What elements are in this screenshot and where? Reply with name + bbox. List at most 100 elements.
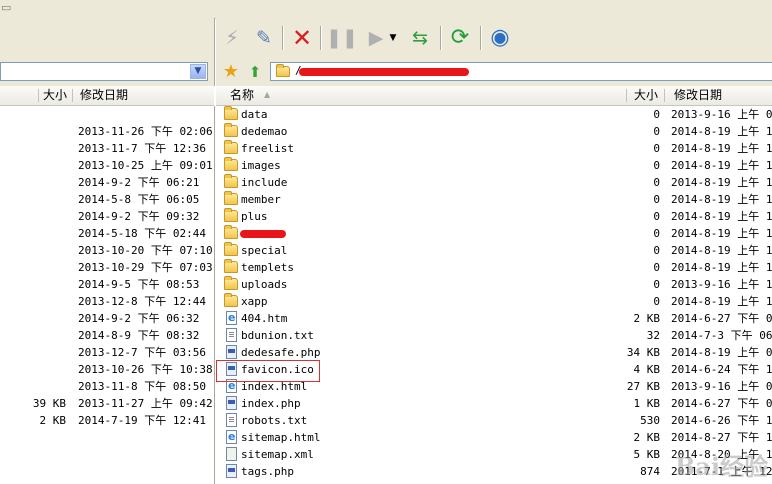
file-date: 2014-6-26 下午 10 <box>671 414 772 427</box>
file-date: 2014-8-27 下午 10 <box>671 431 772 444</box>
file-name: tags.php <box>241 465 294 478</box>
list-item[interactable]: 2013-12-7 下午 03:56 <box>0 344 214 361</box>
star-icon[interactable]: ★ <box>220 58 242 86</box>
right-address-bar: ★ ⬆ / <box>216 58 772 86</box>
left-col-date[interactable]: 修改日期 <box>80 86 128 105</box>
right-file-list[interactable]: data 0 2013-9-16 上午 08 dedemao 0 2014-8-19 上… <box>216 106 772 484</box>
file-date: 2014-6-27 下午 02 <box>671 397 772 410</box>
list-item[interactable]: 2013-10-26 下午 10:38 <box>0 361 214 378</box>
list-item[interactable]: 39 KB 2013-11-27 上午 09:42 <box>0 395 214 412</box>
file-size: 0 <box>653 176 660 189</box>
php-file-icon <box>226 345 237 359</box>
stop-icon[interactable]: ✕ <box>288 24 316 52</box>
list-item[interactable]: 2 KB 2014-7-19 下午 12:41 <box>0 412 214 429</box>
pause-icon[interactable]: ❚❚ <box>326 24 358 52</box>
list-item[interactable]: 0 2014-8-19 上午 10 <box>216 225 772 242</box>
list-item[interactable]: 2013-10-25 上午 09:01 <box>0 157 214 174</box>
right-col-size[interactable]: 大小 <box>634 86 658 105</box>
list-item[interactable]: dedesafe.php 34 KB 2014-8-19 上午 09 <box>216 344 772 361</box>
list-item[interactable]: 2014-9-2 下午 09:32 <box>0 208 214 225</box>
list-item[interactable]: uploads 0 2013-9-16 上午 10 <box>216 276 772 293</box>
chevron-down-icon[interactable]: ▼ <box>190 64 206 79</box>
list-item[interactable]: 2014-9-5 下午 08:53 <box>0 276 214 293</box>
list-item[interactable]: 2013-11-8 下午 08:50 <box>0 378 214 395</box>
transfer-icon[interactable]: ⇆ <box>406 24 434 52</box>
list-item[interactable]: 2014-9-2 下午 06:32 <box>0 310 214 327</box>
list-item[interactable]: dedemao 0 2014-8-19 上午 10 <box>216 123 772 140</box>
list-item[interactable]: 2013-11-26 下午 02:06 <box>0 123 214 140</box>
list-item[interactable]: 404.htm 2 KB 2014-6-27 下午 04 <box>216 309 772 327</box>
list-item[interactable]: special 0 2014-8-19 上午 10 <box>216 242 772 259</box>
file-name: include <box>241 176 288 189</box>
list-item[interactable]: 2013-10-20 下午 07:10 <box>0 242 214 259</box>
file-name: uploads <box>241 278 288 291</box>
folder-icon <box>224 123 238 137</box>
list-item[interactable]: index.php 1 KB 2014-6-27 下午 02 <box>216 395 772 412</box>
list-item[interactable]: 2013-12-8 下午 12:44 <box>0 293 214 310</box>
file-date: 2013-10-20 下午 07:10 <box>78 244 213 257</box>
list-item[interactable]: 2014-8-9 下午 08:32 <box>0 327 214 344</box>
left-toolbar <box>0 18 215 58</box>
list-item[interactable]: include 0 2014-8-19 上午 10 <box>216 174 772 191</box>
list-item[interactable]: member 0 2014-8-19 上午 10 <box>216 191 772 208</box>
file-size: 1 KB <box>633 397 661 410</box>
list-item[interactable]: freelist 0 2014-8-19 上午 10 <box>216 140 772 157</box>
left-col-size[interactable]: 大小 <box>43 86 67 105</box>
file-date: 2014-7-19 下午 12:41 <box>78 414 206 427</box>
html-file-icon <box>226 309 237 326</box>
list-item[interactable]: 2014-9-2 下午 06:21 <box>0 174 214 191</box>
file-name: dedesafe.php <box>241 346 321 359</box>
file-size: 34 KB <box>626 346 660 359</box>
left-path-combo[interactable]: ▼ <box>0 62 208 81</box>
file-size: 0 <box>653 278 660 291</box>
disconnect-icon[interactable]: ✎ <box>250 24 278 52</box>
list-item[interactable]: plus 0 2014-8-19 上午 10 <box>216 208 772 225</box>
file-name: robots.txt <box>241 414 308 427</box>
text-file-icon <box>226 328 237 342</box>
list-item[interactable]: 2014-5-18 下午 02:44 <box>0 225 214 242</box>
left-file-list[interactable]: 2013-11-26 下午 02:06 2013-11-7 下午 12:36 2… <box>0 106 215 484</box>
left-column-header: 大小 修改日期 <box>0 86 214 106</box>
list-item[interactable]: robots.txt 530 2014-6-26 下午 10 <box>216 412 772 429</box>
file-size: 27 KB <box>626 380 660 393</box>
file-size: 2 KB <box>39 414 67 427</box>
toolbar-separator <box>282 26 284 50</box>
file-date: 2013-11-27 上午 09:42 <box>78 397 213 410</box>
folder-icon <box>224 106 238 120</box>
file-date: 2014-9-2 下午 09:32 <box>78 210 200 223</box>
folder-icon <box>224 140 238 154</box>
right-col-date[interactable]: 修改日期 <box>674 86 722 105</box>
list-item[interactable]: 2013-10-29 下午 07:03 <box>0 259 214 276</box>
list-item[interactable]: images 0 2014-8-19 上午 10 <box>216 157 772 174</box>
list-item[interactable]: sitemap.html 2 KB 2014-8-27 下午 10 <box>216 428 772 446</box>
file-name: plus <box>241 210 268 223</box>
refresh-icon[interactable]: ⟳ <box>446 24 474 52</box>
file-date: 2014-8-19 上午 10 <box>671 261 772 274</box>
file-size: 5 KB <box>633 448 661 461</box>
folder-up-icon[interactable]: ⬆ <box>244 58 266 86</box>
list-item[interactable]: 2013-11-7 下午 12:36 <box>0 140 214 157</box>
redaction-mark <box>240 230 286 238</box>
folder-icon <box>224 225 238 239</box>
file-size: 32 <box>646 329 660 342</box>
file-size: 39 KB <box>32 397 66 410</box>
xml-file-icon <box>226 447 237 461</box>
file-date: 2014-9-2 下午 06:32 <box>78 312 200 325</box>
file-name: index.php <box>241 397 301 410</box>
file-date: 2014-8-19 上午 10 <box>671 142 772 155</box>
list-item[interactable]: bdunion.txt 32 2014-7-3 下午 06: <box>216 327 772 344</box>
chevron-down-icon[interactable]: ▼ <box>386 24 400 52</box>
right-col-name[interactable]: 名称 <box>230 86 254 105</box>
file-date: 2014-8-19 上午 10 <box>671 176 772 189</box>
connect-icon[interactable]: ⚡ <box>218 24 246 52</box>
right-path-combo[interactable]: / <box>270 62 772 81</box>
file-date: 2014-8-19 上午 10 <box>671 227 772 240</box>
list-item[interactable]: 2014-5-8 下午 06:05 <box>0 191 214 208</box>
list-item[interactable]: data 0 2013-9-16 上午 08 <box>216 106 772 123</box>
list-item[interactable]: templets 0 2014-8-19 上午 10 <box>216 259 772 276</box>
list-item[interactable]: xapp 0 2014-8-19 上午 10 <box>216 293 772 310</box>
file-date: 2013-10-25 上午 09:01 <box>78 159 213 172</box>
file-date: 2014-5-8 下午 06:05 <box>78 193 200 206</box>
file-size: 874 <box>640 465 660 478</box>
site-manager-icon[interactable]: ◉ <box>486 24 514 52</box>
